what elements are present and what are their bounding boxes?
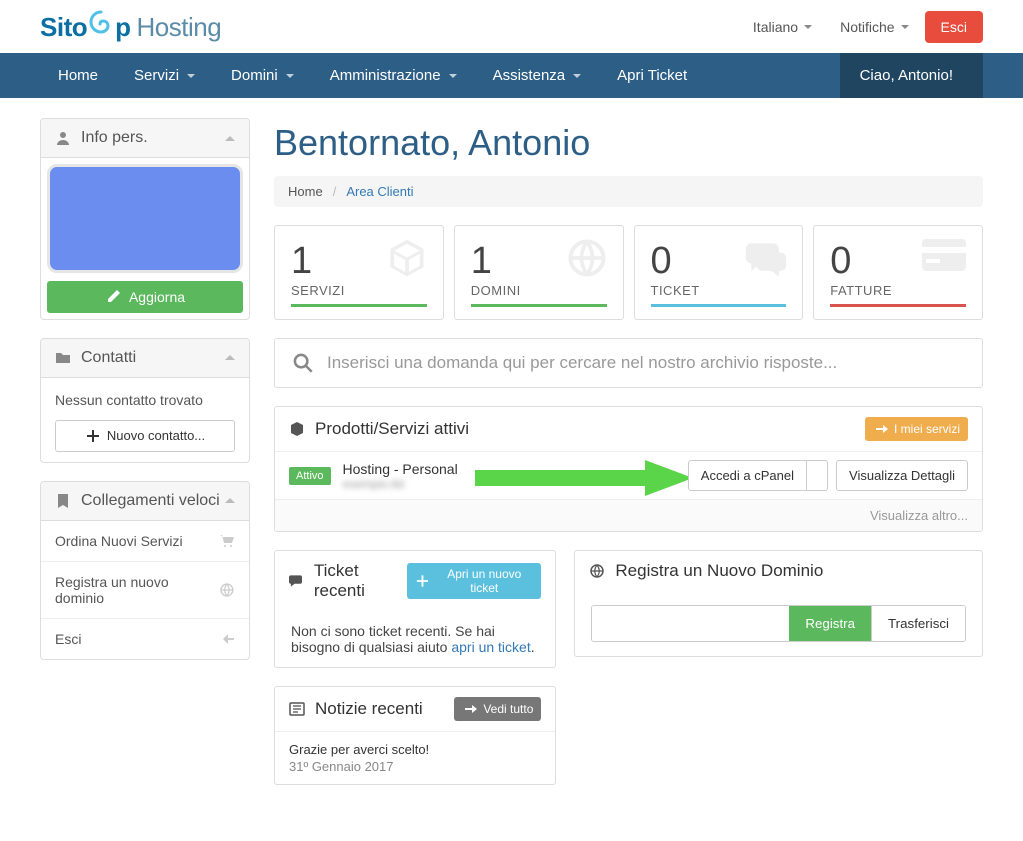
news-title: Notizie recenti [315,699,423,719]
comments-icon [289,573,304,589]
cpanel-dropdown-button[interactable] [807,460,828,491]
news-card: Notizie recenti Vedi tutto Grazie per av… [274,686,556,785]
nav-support[interactable]: Assistenza [475,53,600,98]
logout-button[interactable]: Esci [925,11,983,43]
breadcrumb: Home / Area Clienti [274,176,983,207]
tickets-title: Ticket recenti [314,561,407,601]
globe-icon [589,563,605,579]
chevron-up-icon [225,355,235,360]
cpanel-login-button[interactable]: Accedi a cPanel [688,460,807,491]
nav-open-ticket[interactable]: Apri Ticket [599,53,705,98]
nav-user-menu[interactable]: Ciao, Antonio! [840,53,983,98]
transfer-domain-button[interactable]: Trasferisci [871,606,965,641]
credit-card-icon [920,236,968,277]
stat-domains[interactable]: 1 DOMINI [454,225,624,320]
view-all-news-button[interactable]: Vedi tutto [454,697,541,721]
nav-services[interactable]: Servizi [116,53,213,98]
sidebar-quicklinks-header[interactable]: Collegamenti veloci [41,482,249,521]
cube-icon [289,421,305,437]
globe-icon [219,582,235,598]
products-more-link[interactable]: Visualizza altro... [275,499,982,531]
cube-icon [385,236,429,283]
news-icon [289,701,305,717]
tickets-card: Ticket recenti Apri un nuovo ticket Non … [274,550,556,668]
logo-sito: Sito [40,12,87,43]
status-badge-active: Attivo [289,467,331,485]
arrow-right-icon [462,701,478,717]
comments-icon [744,236,788,283]
highlight-arrow [475,458,695,498]
sidebar-contacts-header[interactable]: Contatti [41,339,249,378]
stat-tickets[interactable]: 0 TICKET [634,225,804,320]
arrow-right-icon [873,421,889,437]
logo-hosting: Hosting [137,12,222,43]
bookmark-icon [55,493,71,509]
pencil-icon [105,289,121,305]
view-details-button[interactable]: Visualizza Dettagli [836,460,968,491]
sidebar-info-header[interactable]: Info pers. [41,119,249,158]
update-profile-button[interactable]: Aggiorna [47,281,243,313]
breadcrumb-current: Area Clienti [346,184,413,199]
cart-icon [219,533,235,549]
logo-p: p [115,12,130,43]
breadcrumb-home[interactable]: Home [288,184,323,199]
logo-swirl-icon [88,10,114,32]
register-domain-title: Registra un Nuovo Dominio [615,561,823,581]
contacts-empty-text: Nessun contatto trovato [55,388,235,420]
nav-domains[interactable]: Domini [213,53,312,98]
page-title: Bentornato, Antonio [274,122,983,164]
kb-search[interactable] [274,338,983,388]
brand-logo: Sito p Hosting [40,10,221,43]
products-title: Prodotti/Servizi attivi [315,419,469,439]
service-name: Hosting - Personal [343,461,458,477]
new-contact-button[interactable]: Nuovo contatto... [55,420,235,452]
nav-admin[interactable]: Amministrazione [312,53,475,98]
folder-icon [55,350,71,366]
notifications-link[interactable]: Notifiche [828,11,920,43]
chevron-up-icon [225,136,235,141]
register-domain-button[interactable]: Registra [789,606,871,641]
quicklink-order-services[interactable]: Ordina Nuovi Servizi [41,521,249,561]
plus-icon [85,428,101,444]
register-domain-card: Registra un Nuovo Dominio Registra Trasf… [574,550,983,657]
my-services-button[interactable]: I miei servizi [865,417,968,441]
open-ticket-link[interactable]: apri un ticket [451,639,530,655]
quicklink-logout[interactable]: Esci [41,618,249,659]
products-card: Prodotti/Servizi attivi I miei servizi A… [274,406,983,532]
open-ticket-button[interactable]: Apri un nuovo ticket [407,563,541,599]
quicklink-register-domain[interactable]: Registra un nuovo dominio [41,561,249,618]
arrow-left-icon [219,631,235,647]
stat-services[interactable]: 1 SERVIZI [274,225,444,320]
language-switcher[interactable]: Italiano [741,11,824,43]
service-row[interactable]: Attivo Hosting - Personal esempio.tld Ac… [275,451,982,499]
plus-icon [415,573,430,589]
search-icon [293,353,313,373]
avatar-placeholder [47,164,243,273]
stat-invoices[interactable]: 0 FATTURE [813,225,983,320]
news-item[interactable]: Grazie per averci scelto! 31º Gennaio 20… [275,731,555,784]
nav-home[interactable]: Home [40,53,116,98]
globe-icon [565,236,609,283]
user-icon [55,130,71,146]
kb-search-input[interactable] [327,353,964,373]
service-domain: esempio.tld [343,477,458,491]
domain-input[interactable] [592,606,789,641]
chevron-up-icon [225,498,235,503]
